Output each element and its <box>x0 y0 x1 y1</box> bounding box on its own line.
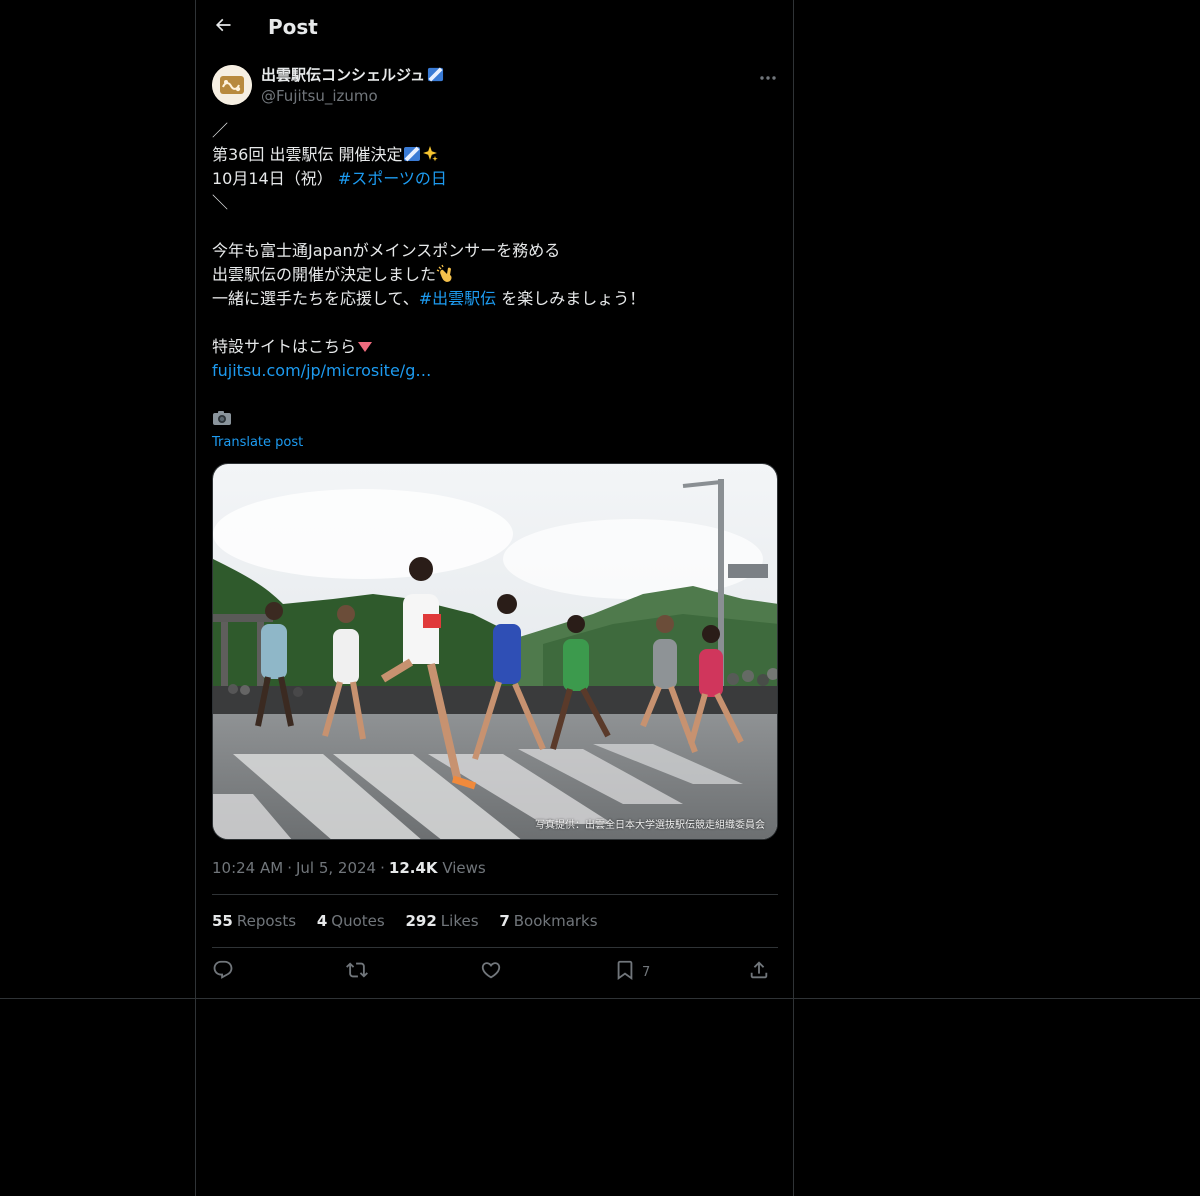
sash-emoji-icon <box>427 66 444 83</box>
text-line: ／ <box>212 121 229 140</box>
meta-separator: · <box>287 859 292 877</box>
camera-emoji-icon <box>212 409 231 427</box>
views-label: Views <box>442 859 486 877</box>
quotes-label: Quotes <box>331 912 385 930</box>
reply-icon <box>212 959 234 985</box>
divider <box>212 894 778 895</box>
divider <box>212 947 778 948</box>
quotes-stat[interactable]: 4 Quotes <box>317 911 385 931</box>
sparkles-emoji-icon <box>421 145 439 163</box>
bookmarks-stat[interactable]: 7 Bookmarks <box>499 911 597 931</box>
external-link[interactable]: fujitsu.com/jp/microsite/g… <box>212 361 431 380</box>
text-line: 今年も富士通Japanがメインスポンサーを務める <box>212 241 561 260</box>
clapping-hands-emoji-icon <box>436 263 454 282</box>
sash-emoji-icon <box>403 145 421 163</box>
down-triangle-emoji-icon <box>356 337 374 355</box>
text-span: 10月14日（祝） <box>212 169 333 188</box>
text-span: 一緒に選手たちを応援して、 <box>212 289 419 308</box>
likes-stat[interactable]: 292 Likes <box>405 911 478 931</box>
text-span: 第36回 出雲駅伝 開催決定 <box>212 145 403 164</box>
bookmark-count: 7 <box>642 964 651 980</box>
reposts-stat[interactable]: 55 Reposts <box>212 911 296 931</box>
more-horizontal-icon <box>759 66 777 85</box>
author-name-text: 出雲駅伝コンシェルジュ <box>261 66 425 84</box>
post-header: Post <box>196 0 793 53</box>
text-span: 特設サイトはこちら <box>212 337 357 356</box>
engagement-stats: 55 Reposts 4 Quotes 292 Likes 7 Bookmarks <box>212 911 614 931</box>
page-title: Post <box>268 15 318 39</box>
post-image[interactable]: 写真提供：出雲全日本大学選抜駅伝競走組織委員会 <box>212 463 778 840</box>
meta-separator: · <box>380 859 385 877</box>
action-bar: 7 <box>212 958 778 986</box>
repost-button[interactable] <box>346 958 368 986</box>
share-button[interactable] <box>748 958 770 986</box>
bookmark-icon <box>614 959 636 985</box>
back-button[interactable] <box>208 12 238 42</box>
like-button[interactable] <box>480 958 502 986</box>
author-handle[interactable]: @Fujitsu_izumo <box>261 86 378 106</box>
text-line: 10月14日（祝） #スポーツの日 <box>212 167 778 191</box>
hashtag-link[interactable]: #出雲駅伝 <box>419 289 496 308</box>
author-display-name[interactable]: 出雲駅伝コンシェルジュ <box>261 65 444 85</box>
bookmarks-label: Bookmarks <box>513 912 598 930</box>
repost-icon <box>346 959 368 985</box>
text-line <box>212 407 778 431</box>
post-date[interactable]: Jul 5, 2024 <box>296 859 376 877</box>
text-line: 第36回 出雲駅伝 開催決定 <box>212 143 778 167</box>
post-time[interactable]: 10:24 AM <box>212 859 283 877</box>
heart-icon <box>480 959 502 985</box>
hashtag-link[interactable]: #スポーツの日 <box>338 169 447 188</box>
post-meta: 10:24 AM · Jul 5, 2024 · 12.4K Views <box>212 858 486 878</box>
likes-label: Likes <box>440 912 479 930</box>
quotes-count: 4 <box>316 912 328 930</box>
text-line: 一緒に選手たちを応援して、#出雲駅伝 を楽しみましょう！ <box>212 287 778 311</box>
reposts-label: Reposts <box>236 912 297 930</box>
reply-button[interactable] <box>212 958 234 986</box>
text-line: 出雲駅伝の開催が決定しました <box>212 263 778 287</box>
likes-count: 292 <box>405 912 437 930</box>
post-column: Post 出雲駅伝コンシェルジュ @Fujitsu_izumo ／ 第36回 出… <box>195 0 794 1196</box>
translate-post-link[interactable]: Translate post <box>212 434 303 452</box>
image-credit: 写真提供：出雲全日本大学選抜駅伝競走組織委員会 <box>535 820 765 831</box>
arrow-left-icon <box>213 15 233 39</box>
post-text: ／ 第36回 出雲駅伝 開催決定 10月14日（祝） #スポーツの日 ＼ 今年も… <box>212 119 778 431</box>
avatar[interactable] <box>212 65 252 105</box>
reposts-count: 55 <box>212 912 233 930</box>
bookmark-button[interactable]: 7 <box>614 958 650 986</box>
text-span: 出雲駅伝の開催が決定しました <box>212 265 437 284</box>
text-line: ＼ <box>212 193 229 212</box>
bookmarks-count: 7 <box>499 912 510 930</box>
text-line: fujitsu.com/jp/microsite/g… <box>212 359 778 383</box>
views-count: 12.4K <box>388 859 438 877</box>
text-span: を楽しみましょう！ <box>496 289 646 308</box>
text-line: 特設サイトはこちら <box>212 335 778 359</box>
share-icon <box>748 959 770 985</box>
more-options-button[interactable] <box>753 64 783 86</box>
